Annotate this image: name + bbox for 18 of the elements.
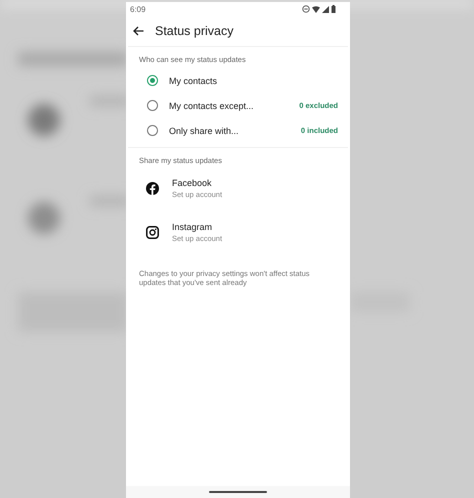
option-label: My contacts [169, 76, 218, 86]
screen-title: Status privacy [155, 24, 234, 38]
facebook-icon [146, 182, 159, 194]
radio-button[interactable] [147, 100, 158, 111]
radio-button[interactable] [147, 125, 158, 136]
home-handle[interactable] [209, 491, 267, 493]
do-not-disturb-icon [302, 5, 310, 13]
wifi-icon [312, 6, 320, 12]
back-arrow-icon [133, 26, 144, 36]
battery-icon [331, 5, 336, 13]
radio-button[interactable] [147, 75, 158, 86]
privacy-option[interactable]: My contacts [126, 68, 350, 93]
status-time: 6:09 [130, 4, 146, 14]
account-name: Facebook [172, 178, 213, 188]
account-name: Instagram [172, 222, 214, 232]
instagram-icon [146, 226, 159, 238]
option-label: Only share with... [169, 126, 240, 136]
option-label: My contacts except... [169, 100, 255, 110]
